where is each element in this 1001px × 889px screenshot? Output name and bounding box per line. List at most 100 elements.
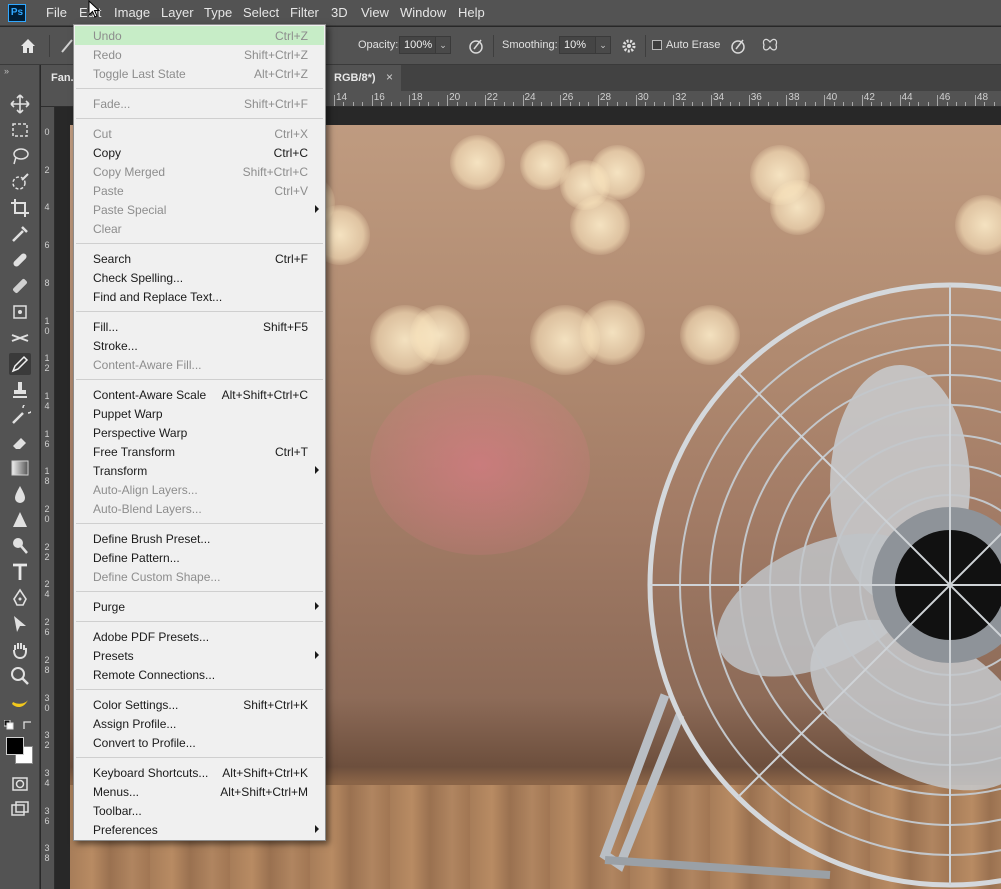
menu-item-define-pattern[interactable]: Define Pattern...	[75, 548, 324, 567]
menu-layer[interactable]: Layer	[161, 5, 194, 20]
menu-item-define-brush-preset[interactable]: Define Brush Preset...	[75, 529, 324, 548]
pressure-size-icon[interactable]	[728, 36, 748, 56]
menu-item-color-settings[interactable]: Color Settings... Shift+Ctrl+K	[75, 695, 324, 714]
menu-item-keyboard-shortcuts[interactable]: Keyboard Shortcuts... Alt+Shift+Ctrl+K	[75, 763, 324, 782]
screen-mode-icon[interactable]	[9, 799, 31, 821]
ruler-tick-label: 22	[486, 92, 498, 103]
ruler-tick	[748, 95, 750, 106]
ruler-tick	[861, 95, 863, 106]
menu-item-remote-connections[interactable]: Remote Connections...	[75, 665, 324, 684]
menu-item-find-and-replace-text[interactable]: Find and Replace Text...	[75, 287, 324, 306]
healing-brush-tool-icon[interactable]	[9, 249, 31, 271]
ruler-tick	[776, 102, 778, 106]
eraser-tool-icon[interactable]	[9, 431, 31, 453]
menu-item-free-transform[interactable]: Free Transform Ctrl+T	[75, 442, 324, 461]
menu-file[interactable]: File	[46, 5, 67, 20]
dodge-tool-icon[interactable]	[9, 535, 31, 557]
bokeh-light	[770, 180, 825, 235]
ruler-tick	[447, 95, 449, 106]
menu-window[interactable]: Window	[400, 5, 446, 20]
hand-tool-icon[interactable]	[9, 639, 31, 661]
type-tool-icon[interactable]	[9, 561, 31, 583]
quick-selection-tool-icon[interactable]	[9, 171, 31, 193]
menu-item-fill[interactable]: Fill... Shift+F5	[75, 317, 324, 336]
auto-erase-checkbox[interactable]	[652, 40, 662, 50]
menu-item-convert-to-profile[interactable]: Convert to Profile...	[75, 733, 324, 752]
symmetry-butterfly-icon[interactable]	[760, 36, 780, 56]
menu-item-copy[interactable]: Copy Ctrl+C	[75, 143, 324, 162]
ruler-tick	[795, 102, 797, 106]
history-brush-tool-icon[interactable]	[9, 402, 34, 427]
menu-item-copy-merged: Copy Merged Shift+Ctrl+C	[75, 162, 324, 181]
quick-mask-icon[interactable]	[9, 773, 31, 795]
menu-item-menus[interactable]: Menus... Alt+Shift+Ctrl+M	[75, 782, 324, 801]
pencil-tool-icon[interactable]	[9, 353, 31, 375]
smoothing-field[interactable]: 10%	[559, 36, 597, 54]
menu-item-label: Transform	[93, 464, 148, 478]
menu-item-label: Search	[93, 252, 132, 266]
menu-item-search[interactable]: Search Ctrl+F	[75, 249, 324, 268]
swap-colors-icon[interactable]	[22, 719, 34, 731]
gear-icon[interactable]	[619, 36, 639, 56]
menu-item-label: Redo	[93, 48, 122, 62]
menu-item-puppet-warp[interactable]: Puppet Warp	[75, 404, 324, 423]
menu-item-assign-profile[interactable]: Assign Profile...	[75, 714, 324, 733]
menu-filter[interactable]: Filter	[290, 5, 319, 20]
sharpen-tool-icon[interactable]	[9, 509, 31, 531]
pressure-opacity-icon[interactable]	[466, 36, 486, 56]
menu-item-transform[interactable]: Transform	[75, 461, 324, 480]
clone-stamp-tool-icon[interactable]	[9, 379, 31, 401]
menu-item-preferences[interactable]: Preferences	[75, 820, 324, 839]
ruler-tick-label: 32	[675, 92, 687, 103]
foreground-color-swatch[interactable]	[6, 737, 24, 755]
menu-image[interactable]: Image	[114, 5, 150, 20]
path-selection-tool-icon[interactable]	[9, 613, 31, 635]
smoothing-dropdown[interactable]: ⌄	[595, 36, 611, 54]
red-eye-tool-icon[interactable]	[9, 327, 31, 349]
menu-item-toolbar[interactable]: Toolbar...	[75, 801, 324, 820]
menu-item-purge[interactable]: Purge	[75, 597, 324, 616]
home-icon[interactable]	[18, 36, 38, 56]
ruler-tick	[899, 95, 901, 106]
default-colors-icon[interactable]	[3, 719, 14, 730]
menu-item-presets[interactable]: Presets	[75, 646, 324, 665]
gradient-tool-icon[interactable]	[9, 457, 31, 479]
patch-tool-icon[interactable]	[9, 275, 31, 297]
menu-item-redo: Redo Shift+Ctrl+Z	[75, 45, 324, 64]
menu-help[interactable]: Help	[458, 5, 485, 20]
eyedropper-tool-icon[interactable]	[9, 223, 31, 245]
move-tool-icon[interactable]	[9, 93, 31, 115]
marquee-tool-icon[interactable]	[9, 119, 31, 141]
menu-item-perspective-warp[interactable]: Perspective Warp	[75, 423, 324, 442]
menu-3d[interactable]: 3D	[331, 5, 348, 20]
menu-select[interactable]: Select	[243, 5, 279, 20]
crop-tool-icon[interactable]	[9, 197, 31, 219]
collapse-panel-icon[interactable]: »	[4, 66, 9, 76]
zoom-tool-icon[interactable]	[9, 665, 31, 687]
menu-view[interactable]: View	[361, 5, 389, 20]
blur-tool-icon[interactable]	[9, 483, 31, 505]
content-aware-move-tool-icon[interactable]	[9, 301, 31, 323]
menu-item-shortcut: Ctrl+V	[274, 184, 308, 198]
menu-item-label: Copy	[93, 146, 122, 160]
menu-item-check-spelling[interactable]: Check Spelling...	[75, 268, 324, 287]
menu-item-toggle-last-state: Toggle Last State Alt+Ctrl+Z	[75, 64, 324, 83]
opacity-dropdown[interactable]: ⌄	[435, 36, 451, 54]
ruler-tick-label: 40	[826, 92, 838, 103]
close-icon[interactable]: ×	[386, 70, 393, 84]
lasso-tool-icon[interactable]	[9, 145, 31, 167]
pen-tool-icon[interactable]	[9, 587, 31, 609]
menu-item-shortcut: Shift+Ctrl+F	[243, 97, 308, 111]
menu-item-content-aware-scale[interactable]: Content-Aware Scale Alt+Shift+Ctrl+C	[75, 385, 324, 404]
opacity-field[interactable]: 100%	[399, 36, 437, 54]
banana-icon[interactable]	[9, 691, 31, 713]
ruler-tick-label: 48	[976, 92, 989, 103]
ruler-tick	[984, 102, 986, 106]
menu-item-stroke[interactable]: Stroke...	[75, 336, 324, 355]
menu-type[interactable]: Type	[204, 5, 232, 20]
menu-item-adobe-pdf-presets[interactable]: Adobe PDF Presets...	[75, 627, 324, 646]
ruler-tick	[927, 102, 929, 106]
submenu-arrow-icon	[315, 466, 319, 474]
ruler-tick-label: 1 6	[44, 428, 50, 449]
ruler-tick	[937, 95, 939, 106]
